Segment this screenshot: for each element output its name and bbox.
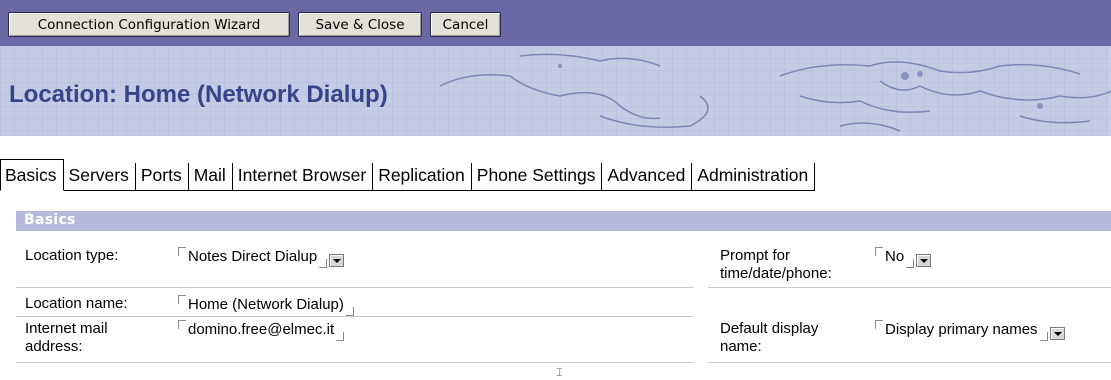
dropdown-arrow-icon[interactable] xyxy=(1049,327,1065,340)
default-display-label-line1: Default display xyxy=(720,320,819,337)
internet-mail-field[interactable]: domino.free@elmec.it xyxy=(178,320,345,341)
internet-mail-label-line2: address: xyxy=(25,338,83,355)
default-display-field[interactable]: Display primary names xyxy=(875,320,1065,341)
field-open-bracket xyxy=(875,320,883,329)
location-type-field[interactable]: Notes Direct Dialup xyxy=(178,247,345,268)
prompt-value: No xyxy=(885,248,905,265)
row-divider xyxy=(16,316,693,317)
tab-mail[interactable]: Mail xyxy=(188,163,233,190)
prompt-label-line1: Prompt for xyxy=(720,247,791,264)
connection-configuration-wizard-button[interactable]: Connection Configuration Wizard xyxy=(8,12,290,37)
prompt-label: Prompt for time/date/phone: xyxy=(720,247,832,283)
field-open-bracket xyxy=(178,320,186,329)
cancel-button[interactable]: Cancel xyxy=(430,12,501,37)
page-title: Location: Home (Network Dialup) xyxy=(9,81,388,108)
prompt-label-line2: time/date/phone: xyxy=(720,265,832,282)
tab-internet-browser[interactable]: Internet Browser xyxy=(232,163,374,190)
row-divider xyxy=(16,362,693,363)
field-close-bracket xyxy=(1039,332,1048,341)
tab-bar: Basics Servers Ports Mail Internet Brows… xyxy=(0,158,816,191)
row-divider xyxy=(708,287,1111,288)
tab-advanced[interactable]: Advanced xyxy=(602,163,693,190)
save-and-close-button[interactable]: Save & Close xyxy=(298,12,422,37)
internet-mail-label: Internet mail address: xyxy=(25,320,108,356)
field-open-bracket xyxy=(875,247,883,256)
internet-mail-value: domino.free@elmec.it xyxy=(188,321,335,338)
field-close-bracket xyxy=(345,307,354,316)
tab-ports[interactable]: Ports xyxy=(135,163,189,190)
location-name-field[interactable]: Home (Network Dialup) xyxy=(178,295,354,316)
tab-replication[interactable]: Replication xyxy=(373,163,472,190)
tab-phone-settings[interactable]: Phone Settings xyxy=(471,163,603,190)
row-divider xyxy=(16,287,693,288)
tab-basics[interactable]: Basics xyxy=(0,159,64,191)
default-display-label-line2: name: xyxy=(720,338,762,355)
default-display-label: Default display name: xyxy=(720,320,818,356)
location-name-label: Location name: xyxy=(25,295,128,312)
dropdown-arrow-icon[interactable] xyxy=(916,254,932,267)
default-display-value: Display primary names xyxy=(885,321,1038,338)
tab-administration[interactable]: Administration xyxy=(692,163,816,190)
dropdown-arrow-icon[interactable] xyxy=(329,254,345,267)
field-open-bracket xyxy=(178,247,186,256)
row-divider xyxy=(708,362,1111,363)
field-close-bracket xyxy=(336,332,345,341)
tab-servers[interactable]: Servers xyxy=(63,163,136,190)
section-title: Basics xyxy=(24,212,76,228)
internet-mail-label-line1: Internet mail xyxy=(25,320,108,337)
location-type-label: Location type: xyxy=(25,247,119,264)
field-close-bracket xyxy=(906,259,915,268)
section-header: Basics xyxy=(16,211,1111,231)
location-type-value: Notes Direct Dialup xyxy=(188,248,318,265)
location-name-value: Home (Network Dialup) xyxy=(188,296,344,313)
field-open-bracket xyxy=(178,295,186,304)
field-close-bracket xyxy=(319,259,328,268)
prompt-field[interactable]: No xyxy=(875,247,932,268)
location-banner: Location: Home (Network Dialup) xyxy=(0,46,1111,136)
action-bar: Connection Configuration Wizard Save & C… xyxy=(0,0,1111,46)
